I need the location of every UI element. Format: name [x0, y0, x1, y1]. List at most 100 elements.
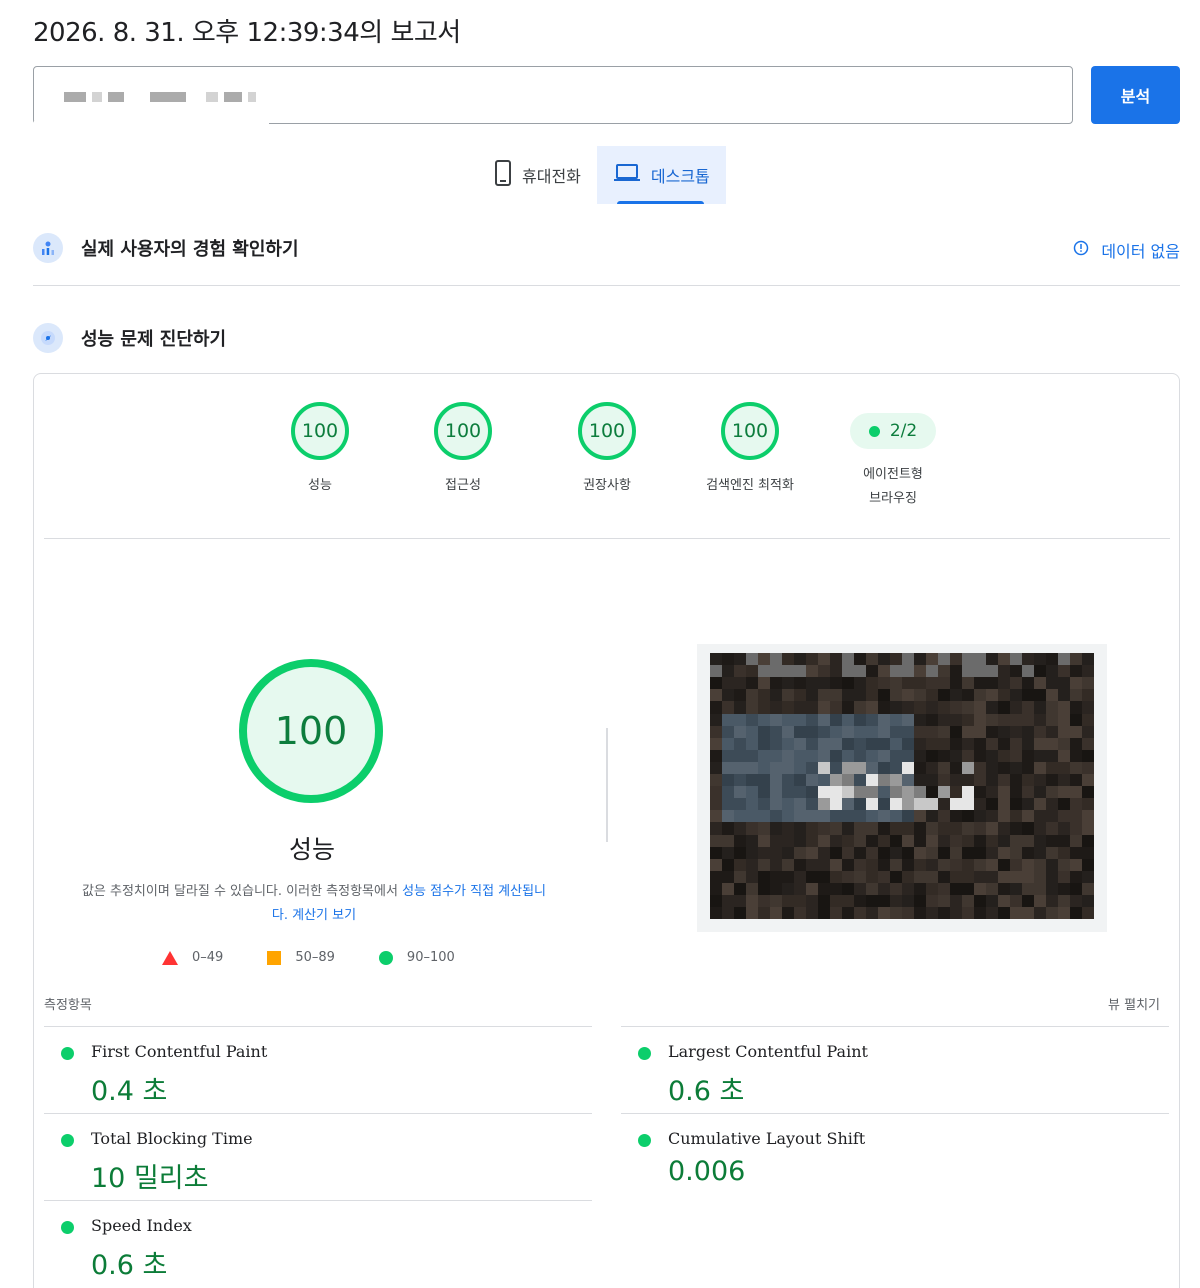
screenshot-pixel: [1082, 701, 1094, 715]
screenshot-pixel: [818, 749, 830, 763]
screenshot-pixel: [1082, 786, 1094, 800]
screenshot-pixel: [1010, 907, 1022, 919]
legend-range: 50–89: [295, 950, 335, 965]
screenshot-pixel: [866, 689, 878, 703]
screenshot-pixel: [902, 870, 914, 884]
screenshot-pixel: [890, 907, 902, 919]
url-input[interactable]: [33, 66, 1073, 125]
screenshot-pixel: [1010, 870, 1022, 884]
screenshot-pixel: [794, 749, 806, 763]
gauge-best-practices[interactable]: 100 권장사항: [537, 402, 677, 498]
gauge-seo[interactable]: 100 검색엔진 최적화: [680, 402, 820, 498]
screenshot-pixel: [878, 834, 890, 848]
screenshot-pixel: [890, 737, 902, 751]
screenshot-pixel: [758, 665, 770, 679]
screenshot-pixel: [1034, 882, 1046, 896]
metric-value: 0.6 초: [91, 1250, 168, 1281]
tab-mobile[interactable]: 휴대전화: [478, 146, 597, 204]
screenshot-pixel: [1010, 895, 1022, 908]
screenshot-pixel: [962, 665, 974, 679]
screenshot-pixel: [1082, 882, 1094, 896]
screenshot-pixel: [902, 907, 914, 919]
screenshot-pixel: [878, 895, 890, 908]
screenshot-pixel: [842, 653, 854, 666]
analyze-button[interactable]: 분석: [1091, 66, 1180, 124]
screenshot-pixel: [770, 774, 782, 787]
screenshot-pixel: [806, 834, 818, 848]
screenshot-pixel: [890, 749, 902, 763]
screenshot-pixel: [710, 725, 722, 739]
screenshot-pixel: [878, 774, 890, 787]
screenshot-pixel: [998, 713, 1010, 727]
lighthouse-report-card: 100 성능 100 접근성 100 권장사항 100 검색엔진 최적화 2/2…: [33, 373, 1180, 1288]
gauge-performance[interactable]: 100 성능: [250, 402, 390, 498]
screenshot-pixel: [782, 713, 794, 727]
screenshot-pixel: [986, 786, 998, 800]
screenshot-pixel: [794, 810, 806, 824]
screenshot-pixel: [854, 774, 866, 787]
screenshot-pixel: [950, 665, 962, 679]
screenshot-pixel: [854, 737, 866, 751]
metric-value: 0.006: [668, 1156, 746, 1187]
screenshot-pixel: [926, 774, 938, 787]
screenshot-pixel: [938, 870, 950, 884]
calculator-link[interactable]: 계산기 보기: [292, 908, 356, 923]
screenshot-pixel: [734, 882, 746, 896]
screenshot-pixel: [746, 798, 758, 812]
screenshot-pixel: [1058, 858, 1070, 872]
tab-desktop[interactable]: 데스크톱: [596, 146, 726, 204]
gauge-accessibility[interactable]: 100 접근성: [393, 402, 533, 498]
screenshot-pixel: [950, 810, 962, 824]
screenshot-pixel: [902, 858, 914, 872]
screenshot-pixel: [1034, 677, 1046, 691]
screenshot-pixel: [806, 774, 818, 787]
screenshot-pixel: [830, 895, 842, 908]
screenshot-pixel: [1070, 713, 1082, 727]
screenshot-pixel: [854, 653, 866, 666]
screenshot-pixel: [1070, 870, 1082, 884]
screenshot-pixel: [1058, 822, 1070, 836]
screenshot-pixel: [842, 907, 854, 919]
screenshot-pixel: [1046, 822, 1058, 836]
screenshot-pixel: [1046, 749, 1058, 763]
screenshot-pixel: [758, 701, 770, 715]
screenshot-pixel: [914, 870, 926, 884]
screenshot-pixel: [818, 713, 830, 727]
screenshot-pixel: [866, 822, 878, 836]
screenshot-pixel: [938, 677, 950, 691]
final-screenshot-frame: [697, 644, 1107, 932]
screenshot-pixel: [1046, 895, 1058, 908]
no-data-status[interactable]: 데이터 없음: [1073, 238, 1180, 262]
screenshot-pixel: [914, 725, 926, 739]
performance-description: 값은 추정치이며 달라질 수 있습니다. 이러한 측정항목에서 성능 점수가 직…: [74, 880, 554, 928]
screenshot-pixel: [782, 701, 794, 715]
screenshot-pixel: [914, 907, 926, 919]
screenshot-pixel: [998, 786, 1010, 800]
screenshot-pixel: [902, 786, 914, 800]
screenshot-pixel: [914, 774, 926, 787]
screenshot-pixel: [998, 882, 1010, 896]
screenshot-pixel: [770, 858, 782, 872]
screenshot-pixel: [938, 689, 950, 703]
screenshot-pixel: [1034, 907, 1046, 919]
gauge-agentic-browsing[interactable]: 2/2 에이전트형 브라우징: [823, 402, 963, 511]
screenshot-pixel: [722, 725, 734, 739]
screenshot-pixel: [950, 713, 962, 727]
screenshot-pixel: [854, 749, 866, 763]
screenshot-pixel: [938, 882, 950, 896]
expand-view-toggle[interactable]: 뷰 펼치기: [1108, 994, 1160, 1013]
screenshot-pixel: [710, 689, 722, 703]
metrics-header: 측정항목 뷰 펼치기: [44, 994, 1170, 1013]
screenshot-pixel: [950, 725, 962, 739]
screenshot-pixel: [1070, 895, 1082, 908]
screenshot-pixel: [974, 895, 986, 908]
screenshot-pixel: [1034, 749, 1046, 763]
screenshot-pixel: [974, 689, 986, 703]
screenshot-pixel: [710, 798, 722, 812]
screenshot-pixel: [866, 846, 878, 860]
gauge-label: 권장사항: [583, 478, 631, 493]
screenshot-pixel: [866, 882, 878, 896]
screenshot-pixel: [818, 834, 830, 848]
screenshot-pixel: [1082, 810, 1094, 824]
screenshot-pixel: [842, 701, 854, 715]
